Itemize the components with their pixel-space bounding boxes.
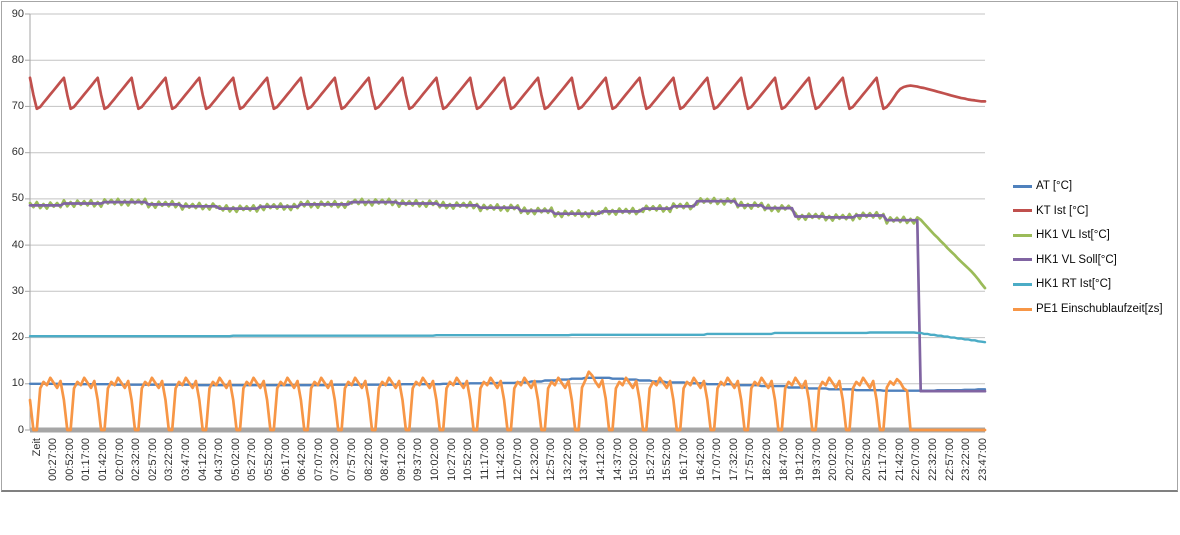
y-tick-label: 60: [11, 146, 24, 159]
x-tick-label: 14:37:00: [611, 438, 624, 481]
x-tick-label: 17:57:00: [744, 438, 757, 481]
y-tick-label: 50: [11, 192, 24, 205]
x-tick-label: 20:52:00: [860, 438, 873, 481]
x-tick-label: 10:02:00: [428, 438, 441, 481]
x-tick-label: 10:52:00: [462, 438, 475, 481]
series-line-pe1-einschublaufzeit-zs-[interactable]: [28, 370, 987, 432]
y-tick-label: 80: [11, 53, 24, 66]
x-tick-label: 07:07:00: [312, 438, 325, 481]
x-tick-label: 01:17:00: [80, 438, 93, 481]
y-tick-label: 70: [11, 99, 24, 112]
x-tick-label: 19:37:00: [810, 438, 823, 481]
x-tick-label: 23:22:00: [960, 438, 973, 481]
x-tick-label: 12:32:00: [528, 438, 541, 481]
series-line-kt-ist-c-[interactable]: [28, 76, 987, 111]
chart-canvas[interactable]: [0, 0, 1180, 535]
legend-line-swatch: [1013, 184, 1032, 188]
x-tick-label: 02:07:00: [113, 438, 126, 481]
y-tick-label: 90: [11, 7, 24, 20]
legend-item[interactable]: KT Ist [°C]: [1013, 203, 1088, 219]
series-line-hk1-vl-ist-c-[interactable]: [28, 196, 987, 290]
x-tick-label: 07:57:00: [345, 438, 358, 481]
x-tick-label: 19:12:00: [794, 438, 807, 481]
x-tick-label: 15:52:00: [661, 438, 674, 481]
legend-line-swatch: [1013, 282, 1032, 286]
x-tick-label: 05:02:00: [229, 438, 242, 481]
y-tick-label: 40: [11, 238, 24, 251]
x-tick-label: 20:27:00: [843, 438, 856, 481]
x-tick-label: 22:57:00: [943, 438, 956, 481]
x-tick-label: 10:27:00: [445, 438, 458, 481]
legend-item-label: HK1 VL Ist[°C]: [1036, 229, 1110, 242]
legend-item-label: HK1 RT Ist[°C]: [1036, 278, 1112, 291]
x-tick-label: 16:17:00: [677, 438, 690, 481]
x-tick-label: 17:07:00: [711, 438, 724, 481]
x-tick-label: 04:37:00: [213, 438, 226, 481]
x-tick-label: 15:27:00: [644, 438, 657, 481]
x-tick-label: 08:22:00: [362, 438, 375, 481]
x-tick-label: 04:12:00: [196, 438, 209, 481]
x-tick-label: 05:52:00: [262, 438, 275, 481]
legend-item[interactable]: HK1 VL Ist[°C]: [1013, 227, 1110, 243]
x-tick-label: 09:37:00: [412, 438, 425, 481]
x-tick-label: 02:57:00: [146, 438, 159, 481]
x-axis-title: Zeit: [30, 438, 43, 457]
x-tick-label: 00:52:00: [63, 438, 76, 481]
legend-item-label: AT [°C]: [1036, 180, 1073, 192]
legend-item[interactable]: AT [°C]: [1013, 178, 1072, 194]
y-tick-label: 20: [11, 331, 24, 344]
x-tick-label: 14:12:00: [594, 438, 607, 481]
x-tick-label: 11:42:00: [495, 438, 508, 481]
series-line-hk1-vl-soll-c-[interactable]: [28, 199, 987, 393]
y-tick-label: 30: [11, 284, 24, 297]
x-tick-label: 05:27:00: [246, 438, 259, 481]
y-tick-label: 10: [11, 377, 24, 390]
x-tick-label: 12:57:00: [545, 438, 558, 481]
x-tick-label: 13:22:00: [561, 438, 574, 481]
x-tick-label: 18:47:00: [777, 438, 790, 481]
x-tick-label: 17:32:00: [727, 438, 740, 481]
legend-item[interactable]: PE1 Einschublaufzeit[zs]: [1013, 301, 1163, 317]
x-tick-label: 08:47:00: [379, 438, 392, 481]
legend-item-label: HK1 VL Soll[°C]: [1036, 253, 1117, 266]
x-tick-label: 03:47:00: [179, 438, 192, 481]
x-tick-label: 07:32:00: [329, 438, 342, 481]
x-tick-label: 15:02:00: [628, 438, 641, 481]
x-tick-label: 11:17:00: [478, 438, 491, 481]
x-tick-label: 01:42:00: [96, 438, 109, 481]
x-tick-label: 13:47:00: [578, 438, 591, 481]
x-tick-label: 02:32:00: [130, 438, 143, 481]
x-tick-label: 21:42:00: [893, 438, 906, 481]
x-tick-label: 18:22:00: [760, 438, 773, 481]
x-tick-label: 06:42:00: [296, 438, 309, 481]
x-tick-label: 03:22:00: [163, 438, 176, 481]
legend-item[interactable]: HK1 VL Soll[°C]: [1013, 252, 1117, 268]
legend-item-label: KT Ist [°C]: [1036, 204, 1089, 217]
x-tick-label: 23:47:00: [976, 438, 989, 481]
x-tick-label: 12:07:00: [511, 438, 524, 481]
y-tick-label: 0: [17, 423, 24, 436]
legend-line-swatch: [1013, 258, 1032, 262]
legend-item[interactable]: HK1 RT Ist[°C]: [1013, 276, 1111, 292]
x-tick-label: 06:17:00: [279, 438, 292, 481]
x-tick-label: 21:17:00: [877, 438, 890, 481]
x-tick-label: 09:12:00: [395, 438, 408, 481]
legend-item-label: PE1 Einschublaufzeit[zs]: [1036, 303, 1163, 315]
x-tick-label: 20:02:00: [827, 438, 840, 481]
legend-line-swatch: [1013, 307, 1032, 311]
legend-line-swatch: [1013, 209, 1032, 213]
x-tick-label: 22:07:00: [910, 438, 923, 481]
x-tick-label: 22:32:00: [926, 438, 939, 481]
x-tick-label: 16:42:00: [694, 438, 707, 481]
legend-line-swatch: [1013, 233, 1032, 237]
x-tick-label: 00:27:00: [47, 438, 60, 481]
worksheet-background: { "chart_data": { "type": "line", "title…: [0, 0, 1180, 535]
